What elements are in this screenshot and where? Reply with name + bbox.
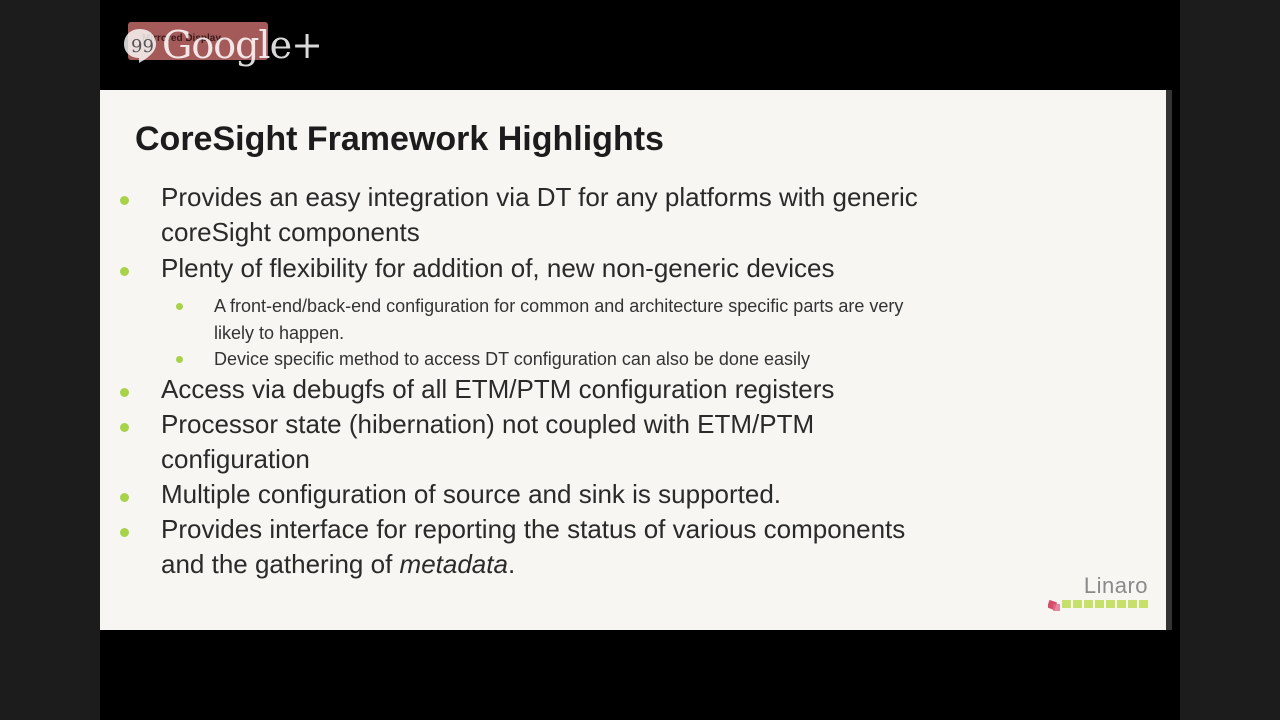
video-frame: Mirrored Display 99 Google+ CoreSight Fr…: [0, 0, 1280, 720]
bullet-text-line: Plenty of flexibility for addition of, n…: [161, 253, 835, 283]
bullet-text-line: Provides an easy integration via DT for …: [161, 182, 918, 212]
bullet-text-line: configuration: [161, 444, 310, 474]
sub-bullet-dot: [176, 356, 183, 363]
linaro-mark-icon: [1048, 599, 1060, 611]
bullet-dot: [120, 423, 129, 432]
bullet-text-segment: and the gathering of: [161, 549, 400, 579]
presentation-slide: CoreSight Framework Highlights Provides …: [100, 90, 1172, 630]
bullet-dot: [120, 267, 129, 276]
slide-title: CoreSight Framework Highlights: [135, 120, 664, 158]
bullet-dot: [120, 196, 129, 205]
bullet-text-line: coreSight components: [161, 217, 420, 247]
google-plus-wordmark: Google+: [162, 23, 323, 67]
sub-bullet-text-line: Device specific method to access DT conf…: [214, 349, 810, 369]
sub-bullet-text-line: likely to happen.: [214, 323, 345, 343]
linaro-logo: Linaro: [1048, 573, 1148, 611]
bullet-dot: [120, 493, 129, 502]
right-letterbox: [1180, 0, 1280, 720]
linaro-logo-text: Linaro: [1083, 573, 1148, 598]
linaro-logo-bar: [1062, 600, 1148, 608]
sub-bullet-text-line: A front-end/back-end configuration for c…: [214, 296, 904, 316]
bullet-emphasis-text: metadata: [399, 549, 508, 579]
bullet-text-line: Processor state (hibernation) not couple…: [161, 409, 815, 439]
bullet-dot: [120, 388, 129, 397]
bullet-text-line: Multiple configuration of source and sin…: [161, 479, 782, 509]
bullet-text-segment: .: [507, 549, 516, 579]
svg-text:99: 99: [131, 36, 154, 57]
bullet-text-line: Provides interface for reporting the sta…: [161, 514, 906, 544]
google-plus-watermark: 99 Google+: [122, 20, 323, 70]
bullet-text-line: Access via debugfs of all ETM/PTM config…: [161, 374, 835, 404]
bullet-text-line-with-emphasis: and the gathering of metadata.: [161, 547, 515, 582]
hangouts-bubble-icon: 99: [122, 27, 158, 63]
bullet-dot: [120, 528, 129, 537]
sub-bullet-dot: [176, 303, 183, 310]
left-letterbox: [0, 0, 100, 720]
